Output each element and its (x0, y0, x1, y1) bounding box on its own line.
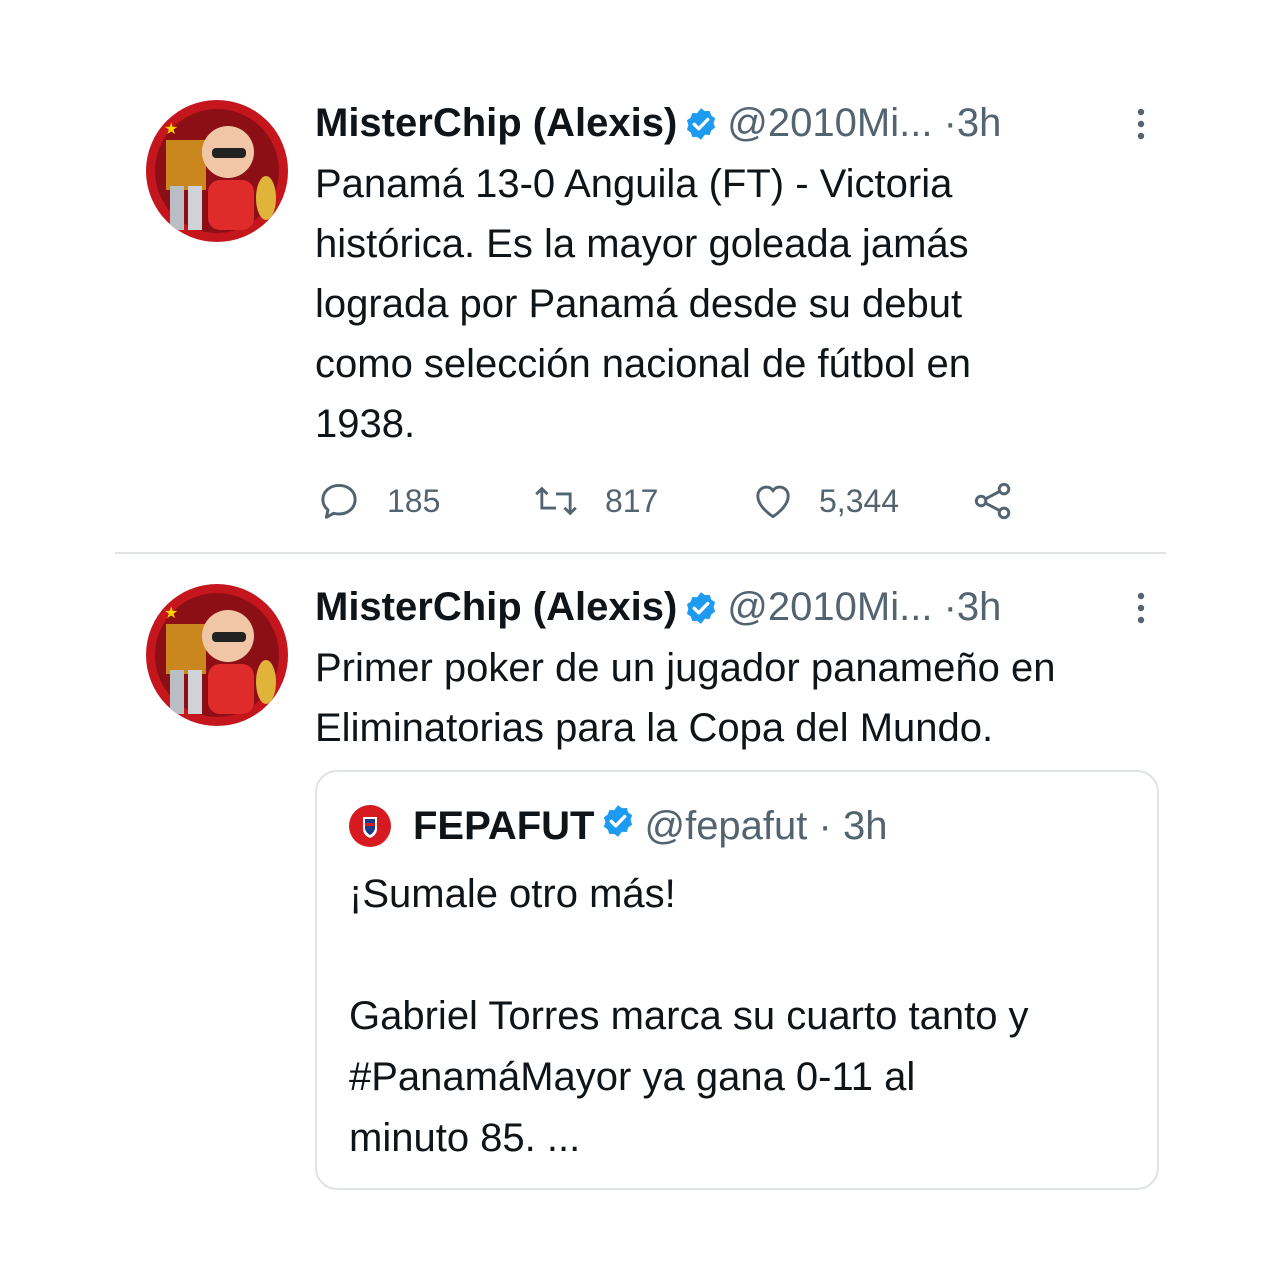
verified-badge-icon (683, 588, 719, 638)
reply-count: 185 (387, 483, 441, 519)
like-button[interactable]: 5,344 (751, 476, 899, 526)
quoted-tweet[interactable]: FEPAFUT @fepafut · 3h ¡Sumale otro más! G… (315, 770, 1159, 1190)
tweet-actions: 185 817 5,344 (315, 476, 1035, 526)
like-count: 5,344 (819, 483, 900, 519)
quoted-handle[interactable]: @fepafut (644, 802, 807, 850)
tweet-divider (115, 552, 1166, 554)
separator: · (943, 101, 957, 145)
svg-text:★: ★ (164, 121, 178, 138)
retweet-icon (533, 479, 579, 523)
avatar[interactable]: ★ (146, 100, 288, 242)
display-name[interactable]: MisterChip (Alexis) (315, 101, 677, 145)
quoted-tweet-text: ¡Sumale otro más! Gabriel Torres marca s… (349, 872, 1029, 1160)
tweet-text: Primer poker de un jugador panameño en E… (315, 646, 1056, 750)
svg-text:★: ★ (164, 605, 178, 622)
separator: · (818, 804, 832, 848)
verified-badge-icon (683, 104, 719, 154)
retweet-count: 817 (605, 483, 659, 519)
verified-badge-icon (600, 802, 636, 850)
share-button[interactable] (971, 476, 1015, 526)
heart-icon (751, 479, 795, 523)
quoted-tweet-header: FEPAFUT @fepafut · 3h (349, 802, 887, 850)
share-icon (971, 479, 1015, 523)
quoted-timestamp[interactable]: 3h (843, 802, 888, 850)
retweet-button[interactable]: 817 (533, 476, 658, 526)
handle[interactable]: @2010Mi... (727, 585, 932, 629)
display-name[interactable]: MisterChip (Alexis) (315, 585, 677, 629)
quoted-display-name[interactable]: FEPAFUT (413, 802, 594, 850)
tweet-header: MisterChip (Alexis) @2010Mi... ·3h (315, 582, 1165, 632)
tweet-header: MisterChip (Alexis) @2010Mi... ·3h (315, 98, 1165, 148)
fepafut-avatar[interactable] (349, 805, 391, 847)
avatar[interactable]: ★ (146, 584, 288, 726)
timestamp[interactable]: 3h (957, 101, 1002, 145)
more-options-icon[interactable] (1135, 104, 1147, 156)
tweet-text: Panamá 13-0 Anguila (FT) - Victoria hist… (315, 162, 971, 446)
separator: · (943, 585, 957, 629)
handle[interactable]: @2010Mi... (727, 101, 932, 145)
reply-button[interactable]: 185 (317, 476, 440, 526)
reply-icon (317, 479, 361, 523)
timestamp[interactable]: 3h (957, 585, 1002, 629)
more-options-icon[interactable] (1135, 588, 1147, 640)
